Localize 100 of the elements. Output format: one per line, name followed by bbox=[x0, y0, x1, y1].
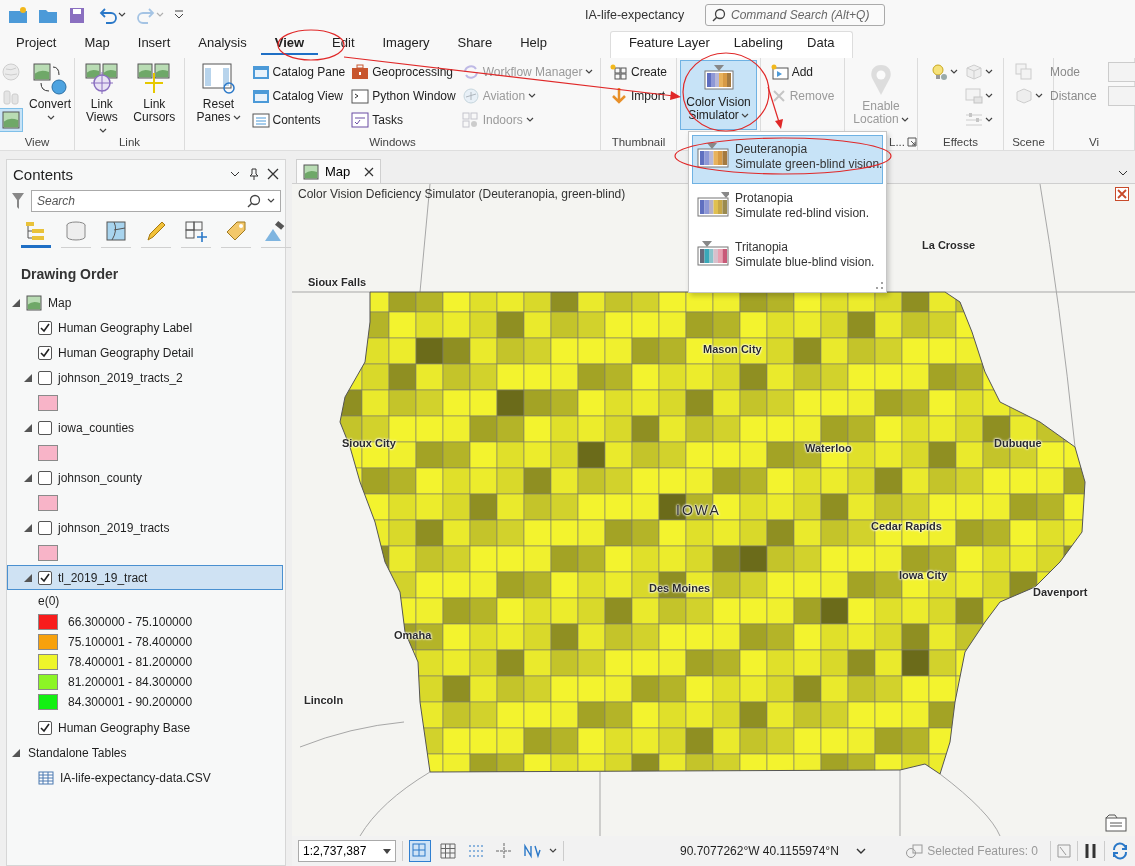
ribbon-button[interactable]: Geoprocessing bbox=[349, 60, 458, 84]
layer-row[interactable]: johnson_2019_tracts_2 bbox=[7, 365, 283, 390]
ribbon-button[interactable]: Link Views bbox=[78, 60, 126, 130]
layer-row[interactable]: Map bbox=[7, 290, 283, 315]
checkbox[interactable] bbox=[38, 570, 52, 585]
ribbon-tab[interactable]: Insert bbox=[123, 32, 185, 58]
class-label: 75.100001 - 78.400000 bbox=[68, 635, 193, 649]
command-search-field[interactable]: Command Search (Alt+Q) bbox=[705, 4, 885, 26]
checkbox[interactable] bbox=[38, 370, 52, 385]
section-heading: Drawing Order bbox=[20, 265, 120, 284]
customize-button[interactable] bbox=[174, 10, 184, 20]
checkbox[interactable] bbox=[38, 420, 52, 435]
plane-icon bbox=[461, 88, 480, 104]
expanded-triangle-icon[interactable] bbox=[24, 423, 32, 432]
layer-row[interactable]: Human Geography Detail bbox=[7, 340, 283, 365]
ribbon-button[interactable]: Import bbox=[608, 84, 669, 108]
search-icon bbox=[712, 8, 726, 22]
resize-grip-icon[interactable] bbox=[875, 281, 883, 289]
ribbon-button[interactable]: Convert bbox=[25, 60, 75, 130]
layer-row[interactable]: iowa_counties bbox=[7, 415, 283, 440]
tag-icon bbox=[224, 220, 248, 242]
chevron-down-icon[interactable] bbox=[1117, 169, 1129, 177]
caret-icon bbox=[525, 117, 534, 123]
quick-access-button[interactable] bbox=[8, 6, 28, 24]
expanded-triangle-icon[interactable] bbox=[24, 473, 32, 482]
pin-icon[interactable] bbox=[249, 168, 259, 180]
close-icon[interactable] bbox=[364, 166, 375, 177]
redo-icon bbox=[136, 6, 156, 24]
caret-icon bbox=[267, 198, 275, 204]
ribbon-button[interactable]: Add bbox=[768, 60, 837, 84]
layer-row[interactable]: johnson_county bbox=[7, 465, 283, 490]
layer-name: Human Geography Detail bbox=[58, 345, 194, 360]
menu-item[interactable]: Deuteranopia Simulate green-blind vision. bbox=[692, 135, 883, 184]
caret-icon bbox=[900, 117, 909, 123]
pause-icon[interactable] bbox=[1084, 843, 1098, 859]
layer-row[interactable]: IA-life-expectancy-data.CSV bbox=[7, 765, 283, 790]
layer-row[interactable]: Human Geography Base bbox=[7, 715, 283, 740]
color-ramp-icon bbox=[697, 191, 729, 217]
layer-row[interactable]: Human Geography Label bbox=[7, 315, 283, 340]
layer-row[interactable]: johnson_2019_tracts bbox=[7, 515, 283, 540]
ribbon-button[interactable]: Reset Panes bbox=[189, 60, 248, 130]
quick-access-button[interactable] bbox=[98, 6, 126, 24]
ribbon-tab[interactable]: Map bbox=[70, 32, 124, 58]
catalog-icon[interactable] bbox=[1105, 814, 1127, 832]
layer-row[interactable]: tl_2019_19_tract bbox=[7, 565, 283, 590]
city-label: Sioux Falls bbox=[308, 276, 367, 288]
filter-icon[interactable] bbox=[11, 192, 25, 210]
checkbox[interactable] bbox=[38, 470, 52, 485]
stacked-squares-icon bbox=[1014, 62, 1034, 82]
view-tab[interactable] bbox=[101, 218, 131, 248]
ribbon-tab[interactable]: Feature Layer bbox=[616, 32, 722, 58]
expanded-triangle-icon[interactable] bbox=[24, 573, 32, 582]
ribbon-tab[interactable]: Data bbox=[795, 32, 847, 58]
close-icon[interactable] bbox=[267, 168, 279, 180]
ribbon-tab[interactable]: Help bbox=[506, 32, 561, 58]
view-tab[interactable] bbox=[221, 218, 251, 248]
search-field[interactable]: Search bbox=[31, 190, 281, 212]
map-tab[interactable]: Map bbox=[296, 159, 382, 183]
ribbon-button[interactable]: Link Cursors bbox=[127, 60, 181, 130]
expanded-triangle-icon[interactable] bbox=[12, 298, 20, 307]
ribbon-icon-button[interactable] bbox=[0, 108, 23, 132]
image-sparkle-icon bbox=[770, 64, 789, 80]
ribbon-button[interactable]: Python Window bbox=[349, 84, 458, 108]
ribbon-tab[interactable]: Labeling bbox=[721, 32, 795, 58]
menu-item[interactable]: Tritanopia Simulate blue-blind vision. bbox=[692, 233, 883, 282]
caret-line-icon bbox=[174, 10, 184, 20]
ribbon-button[interactable]: Create bbox=[608, 60, 669, 84]
ribbon-tab[interactable]: Imagery bbox=[368, 32, 444, 58]
chevron-down-icon[interactable] bbox=[854, 847, 867, 855]
checklist-icon bbox=[351, 112, 370, 128]
checkbox[interactable] bbox=[38, 345, 52, 360]
ribbon-tab[interactable]: Share bbox=[443, 32, 507, 58]
view-tab[interactable] bbox=[181, 218, 211, 248]
expanded-triangle-icon[interactable] bbox=[24, 523, 32, 532]
refresh-icon[interactable] bbox=[1111, 842, 1129, 860]
expanded-triangle-icon[interactable] bbox=[12, 748, 20, 757]
ribbon-button[interactable]: Tasks bbox=[349, 108, 458, 132]
scale-dropdown[interactable]: 1:2,737,387 bbox=[298, 840, 396, 862]
annotation-arrow bbox=[766, 86, 784, 130]
ribbon-button[interactable]: Catalog Pane bbox=[249, 60, 348, 84]
expanded-triangle-icon[interactable] bbox=[24, 373, 32, 382]
status-tool-button[interactable] bbox=[437, 840, 459, 862]
view-tab[interactable] bbox=[261, 218, 291, 248]
menu-item[interactable]: Protanopia Simulate red-blind vision. bbox=[692, 184, 883, 233]
caret-icon bbox=[949, 69, 958, 75]
ribbon-button[interactable]: Contents bbox=[249, 108, 348, 132]
crosshair-icon bbox=[495, 842, 513, 860]
checkbox[interactable] bbox=[38, 320, 52, 335]
ribbon-tab[interactable]: Project bbox=[2, 32, 71, 58]
checkbox[interactable] bbox=[38, 720, 52, 735]
chevron-down-icon[interactable] bbox=[229, 169, 241, 179]
ribbon-button[interactable]: Catalog View bbox=[249, 84, 348, 108]
layer-row[interactable]: Standalone Tables bbox=[7, 740, 283, 765]
map-caption: Color Vision Deficiency Simulator (Deuteranopia, green-blind) bbox=[298, 187, 626, 201]
ribbon-tab[interactable]: Analysis bbox=[184, 32, 261, 58]
x-icon bbox=[770, 88, 787, 104]
checkbox[interactable] bbox=[38, 520, 52, 535]
caret-icon bbox=[585, 69, 594, 75]
dialog-launcher-icon[interactable] bbox=[907, 136, 917, 147]
status-tool-button[interactable] bbox=[409, 840, 431, 862]
